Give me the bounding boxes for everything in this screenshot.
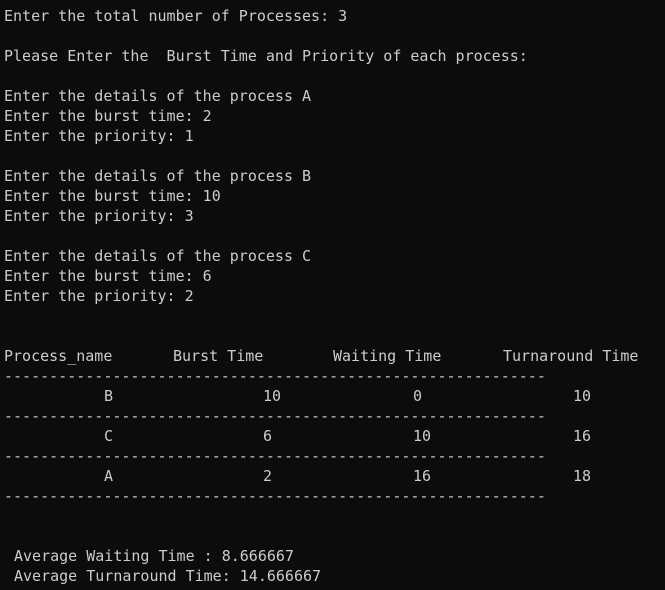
row-b-waiting: 0: [413, 387, 423, 405]
table-separator: ----------------------------------------…: [4, 487, 546, 505]
process-c-details-heading: Enter the details of the process C: [4, 247, 312, 265]
average-waiting-time: Average Waiting Time : 8.666667: [14, 547, 294, 565]
process-a-burst-input: Enter the burst time: 2: [4, 107, 212, 125]
row-a-name: A: [104, 467, 114, 485]
instruction-text: Please Enter the Burst Time and Priority…: [4, 47, 528, 65]
row-a-waiting: 16: [413, 467, 432, 485]
row-b-burst: 10: [263, 387, 282, 405]
process-b-priority-input: Enter the priority: 3: [4, 207, 194, 225]
row-c-burst: 6: [263, 427, 273, 445]
process-a-details-heading: Enter the details of the process A: [4, 87, 312, 105]
row-b-name: B: [104, 387, 114, 405]
header-waiting-time: Waiting Time: [333, 347, 442, 365]
process-c-burst-input: Enter the burst time: 6: [4, 267, 212, 285]
process-c-priority-input: Enter the priority: 2: [4, 287, 194, 305]
average-turnaround-time: Average Turnaround Time: 14.666667: [14, 567, 322, 585]
process-a-priority-input: Enter the priority: 1: [4, 127, 194, 145]
row-c-turnaround: 16: [573, 427, 592, 445]
process-b-burst-input: Enter the burst time: 10: [4, 187, 221, 205]
header-turnaround-time: Turnaround Time: [503, 347, 639, 365]
process-b-details-heading: Enter the details of the process B: [4, 167, 312, 185]
row-a-burst: 2: [263, 467, 273, 485]
table-separator: ----------------------------------------…: [4, 447, 546, 465]
header-process-name: Process_name: [4, 347, 113, 365]
row-b-turnaround: 10: [573, 387, 592, 405]
input-process-count: Enter the total number of Processes: 3: [4, 7, 348, 25]
table-separator: ----------------------------------------…: [4, 407, 546, 425]
row-c-name: C: [104, 427, 114, 445]
row-a-turnaround: 18: [573, 467, 592, 485]
table-separator: ----------------------------------------…: [4, 367, 546, 385]
row-c-waiting: 10: [413, 427, 432, 445]
terminal-window[interactable]: Enter the total number of Processes: 3 P…: [0, 0, 665, 590]
header-burst-time: Burst Time: [173, 347, 264, 365]
